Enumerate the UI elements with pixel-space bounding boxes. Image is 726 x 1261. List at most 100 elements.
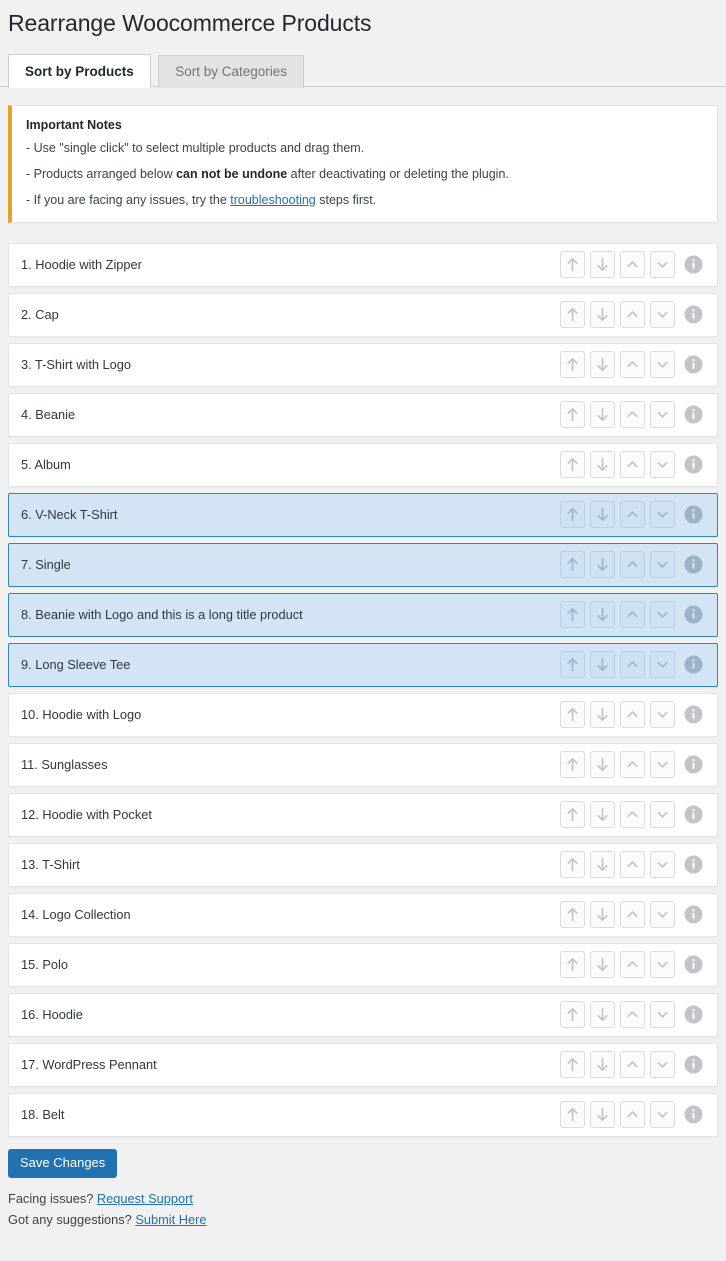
- product-row[interactable]: 3. T-Shirt with Logo: [8, 342, 718, 387]
- product-info-button[interactable]: [680, 751, 707, 778]
- move-to-bottom-button[interactable]: [590, 751, 615, 779]
- move-up-button[interactable]: [620, 601, 645, 629]
- product-info-button[interactable]: [680, 251, 707, 278]
- save-changes-button[interactable]: Save Changes: [8, 1148, 118, 1178]
- product-info-button[interactable]: [680, 701, 707, 728]
- move-up-button[interactable]: [620, 801, 645, 829]
- move-to-top-button[interactable]: [560, 401, 585, 429]
- move-to-top-button[interactable]: [560, 351, 585, 379]
- move-to-bottom-button[interactable]: [590, 251, 615, 279]
- product-info-button[interactable]: [680, 501, 707, 528]
- move-to-bottom-button[interactable]: [590, 601, 615, 629]
- move-up-button[interactable]: [620, 851, 645, 879]
- move-to-bottom-button[interactable]: [590, 351, 615, 379]
- product-info-button[interactable]: [680, 351, 707, 378]
- product-info-button[interactable]: [680, 651, 707, 678]
- move-to-bottom-button[interactable]: [590, 551, 615, 579]
- product-row[interactable]: 15. Polo: [8, 942, 718, 987]
- move-down-button[interactable]: [650, 251, 675, 279]
- submit-here-link[interactable]: Submit Here: [135, 1212, 206, 1227]
- move-to-top-button[interactable]: [560, 251, 585, 279]
- move-down-button[interactable]: [650, 901, 675, 929]
- move-down-button[interactable]: [650, 601, 675, 629]
- move-down-button[interactable]: [650, 1051, 675, 1079]
- product-info-button[interactable]: [680, 551, 707, 578]
- product-info-button[interactable]: [680, 1051, 707, 1078]
- product-info-button[interactable]: [680, 301, 707, 328]
- move-to-top-button[interactable]: [560, 601, 585, 629]
- move-to-top-button[interactable]: [560, 701, 585, 729]
- move-up-button[interactable]: [620, 351, 645, 379]
- product-info-button[interactable]: [680, 401, 707, 428]
- move-down-button[interactable]: [650, 451, 675, 479]
- move-up-button[interactable]: [620, 501, 645, 529]
- move-up-button[interactable]: [620, 1051, 645, 1079]
- move-down-button[interactable]: [650, 951, 675, 979]
- move-to-top-button[interactable]: [560, 1001, 585, 1029]
- move-to-top-button[interactable]: [560, 651, 585, 679]
- product-row[interactable]: 14. Logo Collection: [8, 892, 718, 937]
- product-info-button[interactable]: [680, 451, 707, 478]
- product-info-button[interactable]: [680, 801, 707, 828]
- move-to-bottom-button[interactable]: [590, 501, 615, 529]
- move-to-top-button[interactable]: [560, 901, 585, 929]
- move-down-button[interactable]: [650, 301, 675, 329]
- move-down-button[interactable]: [650, 1101, 675, 1129]
- product-info-button[interactable]: [680, 1101, 707, 1128]
- move-to-top-button[interactable]: [560, 801, 585, 829]
- move-down-button[interactable]: [650, 701, 675, 729]
- move-up-button[interactable]: [620, 651, 645, 679]
- move-up-button[interactable]: [620, 401, 645, 429]
- product-row[interactable]: 12. Hoodie with Pocket: [8, 792, 718, 837]
- move-to-top-button[interactable]: [560, 951, 585, 979]
- product-row[interactable]: 1. Hoodie with Zipper: [8, 242, 718, 287]
- move-to-top-button[interactable]: [560, 301, 585, 329]
- move-down-button[interactable]: [650, 401, 675, 429]
- product-row[interactable]: 7. Single: [8, 542, 718, 587]
- product-info-button[interactable]: [680, 901, 707, 928]
- product-row[interactable]: 18. Belt: [8, 1092, 718, 1137]
- move-up-button[interactable]: [620, 301, 645, 329]
- request-support-link[interactable]: Request Support: [97, 1191, 193, 1206]
- move-up-button[interactable]: [620, 551, 645, 579]
- move-to-top-button[interactable]: [560, 1051, 585, 1079]
- product-row[interactable]: 17. WordPress Pennant: [8, 1042, 718, 1087]
- move-down-button[interactable]: [650, 1001, 675, 1029]
- move-to-bottom-button[interactable]: [590, 951, 615, 979]
- product-row[interactable]: 9. Long Sleeve Tee: [8, 642, 718, 687]
- move-down-button[interactable]: [650, 501, 675, 529]
- tab-sort-by-categories[interactable]: Sort by Categories: [158, 54, 305, 88]
- move-up-button[interactable]: [620, 701, 645, 729]
- move-up-button[interactable]: [620, 1101, 645, 1129]
- product-row[interactable]: 8. Beanie with Logo and this is a long t…: [8, 592, 718, 637]
- move-up-button[interactable]: [620, 951, 645, 979]
- move-down-button[interactable]: [650, 851, 675, 879]
- product-info-button[interactable]: [680, 851, 707, 878]
- move-to-bottom-button[interactable]: [590, 801, 615, 829]
- product-row[interactable]: 4. Beanie: [8, 392, 718, 437]
- move-to-bottom-button[interactable]: [590, 651, 615, 679]
- move-up-button[interactable]: [620, 1001, 645, 1029]
- tab-sort-by-products[interactable]: Sort by Products: [8, 53, 151, 88]
- move-down-button[interactable]: [650, 351, 675, 379]
- move-to-bottom-button[interactable]: [590, 401, 615, 429]
- move-down-button[interactable]: [650, 801, 675, 829]
- move-to-bottom-button[interactable]: [590, 1051, 615, 1079]
- move-down-button[interactable]: [650, 751, 675, 779]
- product-row[interactable]: 2. Cap: [8, 292, 718, 337]
- troubleshooting-link[interactable]: troubleshooting: [230, 193, 315, 207]
- product-row[interactable]: 16. Hoodie: [8, 992, 718, 1037]
- product-row[interactable]: 6. V-Neck T-Shirt: [8, 492, 718, 537]
- product-row[interactable]: 10. Hoodie with Logo: [8, 692, 718, 737]
- move-to-top-button[interactable]: [560, 451, 585, 479]
- move-up-button[interactable]: [620, 451, 645, 479]
- move-to-bottom-button[interactable]: [590, 701, 615, 729]
- move-to-bottom-button[interactable]: [590, 1001, 615, 1029]
- move-to-bottom-button[interactable]: [590, 451, 615, 479]
- move-to-top-button[interactable]: [560, 551, 585, 579]
- move-to-bottom-button[interactable]: [590, 1101, 615, 1129]
- move-to-bottom-button[interactable]: [590, 901, 615, 929]
- product-sort-list[interactable]: 1. Hoodie with Zipper 2. Cap 3. T-Shirt wi…: [0, 242, 726, 1137]
- product-info-button[interactable]: [680, 601, 707, 628]
- product-info-button[interactable]: [680, 951, 707, 978]
